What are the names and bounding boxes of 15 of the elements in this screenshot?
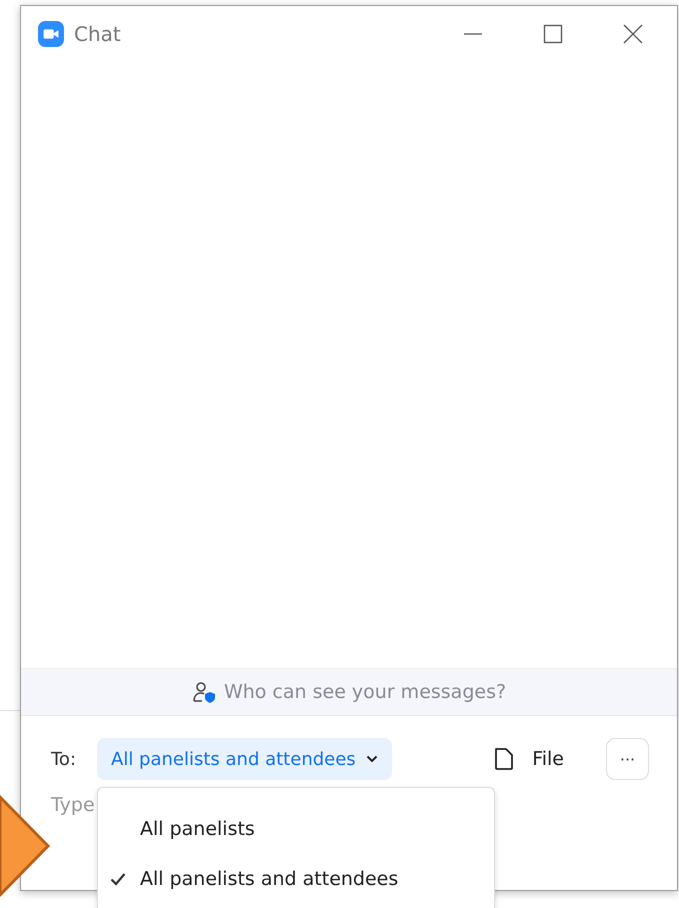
window-title: Chat	[74, 22, 121, 46]
recipient-dropdown[interactable]: All panelists and attendees	[97, 738, 392, 780]
menu-item[interactable]: All panelists	[98, 804, 494, 854]
chevron-down-icon	[366, 755, 378, 763]
privacy-notice-text: Who can see your messages?	[224, 681, 506, 703]
video-camera-icon	[38, 21, 64, 47]
file-button[interactable]: File	[494, 747, 564, 771]
person-shield-icon	[192, 680, 216, 704]
document-icon	[494, 747, 514, 771]
to-label: To:	[51, 748, 78, 770]
arrow-pointer-icon	[0, 795, 50, 897]
menu-item[interactable]: All panelists and attendees	[98, 854, 494, 904]
more-button[interactable]: ···	[606, 738, 649, 780]
maximize-icon[interactable]	[543, 24, 563, 44]
close-icon[interactable]	[623, 24, 643, 44]
